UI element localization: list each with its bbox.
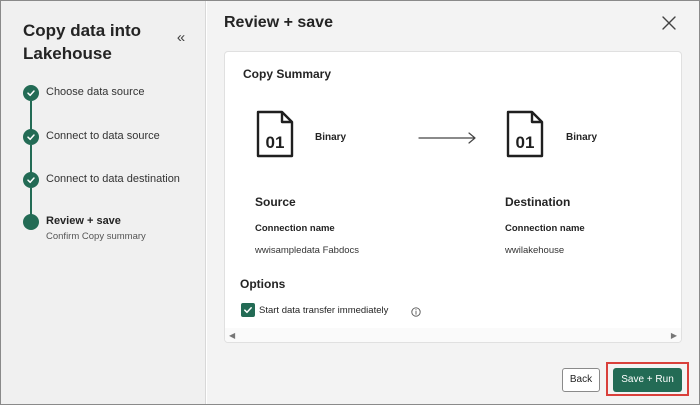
scroll-left-icon[interactable]: ◀: [229, 331, 235, 340]
main-panel: Review + save Copy Summary 01 Binary 01 …: [207, 1, 699, 404]
copy-summary-heading: Copy Summary: [243, 67, 332, 81]
source-connection-label: Connection name: [255, 223, 335, 234]
current-step-icon: [23, 214, 39, 230]
step-sublabel: Confirm Copy summary: [46, 231, 146, 242]
check-icon: [23, 85, 39, 101]
wizard-dialog: Copy data into Lakehouse « Choose data s…: [0, 0, 700, 405]
save-run-button[interactable]: Save + Run: [613, 368, 682, 392]
file-icon-text: 01: [266, 133, 285, 152]
step-connector: [30, 101, 32, 131]
page-title: Review + save: [224, 14, 333, 31]
check-icon: [23, 172, 39, 188]
binary-file-icon: 01: [255, 110, 295, 158]
step-label: Connect to data source: [46, 130, 160, 142]
step-connector: [30, 145, 32, 174]
step-label: Review + save: [46, 215, 121, 227]
destination-connection-value: wwilakehouse: [505, 245, 565, 256]
scroll-right-icon[interactable]: ▶: [671, 331, 677, 340]
info-icon[interactable]: [411, 304, 421, 317]
sidebar-title: Copy data into Lakehouse: [23, 21, 142, 63]
options-heading: Options: [240, 277, 286, 291]
source-connection-value: wwisampledata Fabdocs: [255, 245, 360, 256]
file-icon-text: 01: [516, 133, 535, 152]
start-transfer-checkbox[interactable]: [241, 303, 255, 317]
close-icon[interactable]: [660, 14, 678, 32]
binary-file-icon: 01: [505, 110, 545, 158]
step-connector: [30, 188, 32, 217]
source-file-type: Binary: [315, 132, 347, 143]
destination-heading: Destination: [505, 195, 571, 209]
source-heading: Source: [255, 195, 296, 209]
start-transfer-label: Start data transfer immediately: [259, 305, 389, 316]
step-label: Connect to data destination: [46, 173, 180, 185]
copy-summary-card: Copy Summary 01 Binary 01 Binary Source …: [224, 51, 682, 343]
chevron-double-left-icon[interactable]: «: [172, 29, 190, 47]
destination-connection-label: Connection name: [505, 223, 585, 234]
back-button[interactable]: Back: [562, 368, 600, 392]
horizontal-scrollbar[interactable]: ◀ ▶: [225, 328, 681, 342]
check-icon: [23, 129, 39, 145]
destination-file-type: Binary: [566, 132, 598, 143]
step-label: Choose data source: [46, 86, 145, 98]
arrow-right-icon: [418, 131, 478, 145]
sidebar: Copy data into Lakehouse « Choose data s…: [1, 1, 206, 404]
